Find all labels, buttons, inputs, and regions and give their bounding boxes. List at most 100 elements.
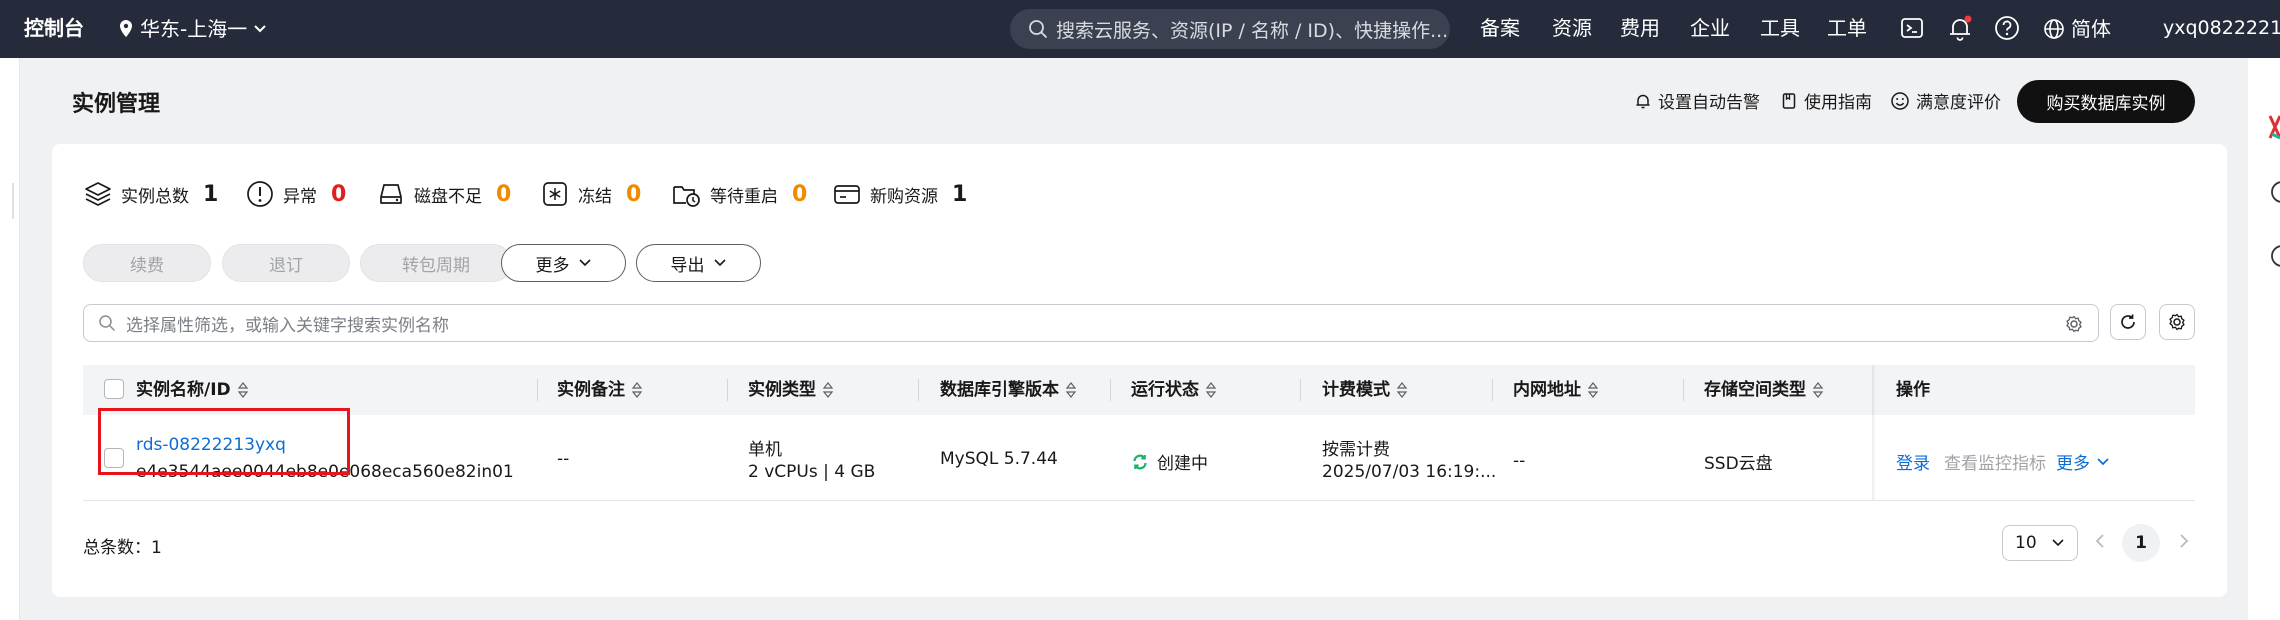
right-floating-toolbar [2248,58,2280,620]
instance-type: 单机 [748,440,782,460]
column-header-storage-type[interactable]: 存储空间类型 [1704,365,1824,415]
nav-enterprise[interactable]: 企业 [1690,0,1730,58]
region-selector[interactable]: 华东-上海一 [118,0,267,58]
cloud-shell-icon[interactable] [1898,14,1926,42]
chevron-down-icon [2051,538,2065,548]
instance-filter-input[interactable]: 选择属性筛选，或输入关键字搜索实例名称 [83,304,2099,342]
restart-pending-icon [670,179,702,209]
renew-button[interactable]: 续费 [83,244,211,282]
layers-icon [83,179,113,209]
current-page[interactable]: 1 [2122,524,2160,562]
column-header-type[interactable]: 实例类型 [748,365,834,415]
right-toolbar-icons-icon[interactable] [2248,58,2280,298]
export-label: 导出 [670,255,705,276]
column-header-billing[interactable]: 计费模式 [1322,365,1408,415]
export-dropdown[interactable]: 导出 [636,244,761,282]
disk-icon [376,179,406,209]
filter-placeholder: 选择属性筛选，或输入关键字搜索实例名称 [126,315,449,336]
row-more-dropdown[interactable]: 更多 [2056,449,2110,474]
billing-mode: 按需计费 [1322,440,1390,460]
column-header-label: 操作 [1896,380,1930,400]
refresh-button[interactable] [2110,304,2146,340]
stat-label: 磁盘不足 [414,186,482,207]
notification-bell-icon[interactable] [1946,14,1974,42]
set-auto-alarm-link[interactable]: 设置自动告警 [1634,88,1760,113]
sort-icon [1205,382,1217,398]
select-all-checkbox[interactable] [104,379,124,399]
column-separator [537,379,538,401]
more-actions-dropdown[interactable]: 更多 [501,244,626,282]
globe-icon [2043,18,2065,40]
column-header-operations: 操作 [1896,365,1930,415]
next-page-button[interactable] [2178,532,2190,550]
satisfaction-survey-link[interactable]: 满意度评价 [1890,88,2001,113]
column-settings-button[interactable] [2159,304,2195,340]
top-navigation-bar: 控制台 华东-上海一 搜索云服务、资源(IP / 名称 / ID)、快捷操作..… [0,0,2280,58]
global-search-input[interactable]: 搜索云服务、资源(IP / 名称 / ID)、快捷操作... [1010,9,1450,49]
wallet-icon [832,179,862,209]
sort-icon [1065,382,1077,398]
stat-value: 0 [496,181,512,207]
sort-icon [822,382,834,398]
gear-icon [2167,312,2187,332]
column-header-label: 数据库引擎版本 [940,380,1059,400]
view-metrics-link[interactable]: 查看监控指标 [1944,449,2046,474]
stat-value: 1 [203,181,219,207]
stat-label: 新购资源 [870,186,938,207]
column-header-label: 计费模式 [1322,380,1390,400]
page-title: 实例管理 [72,92,161,117]
chevron-down-icon [2096,457,2110,467]
freeze-icon [540,179,570,209]
highlight-box [98,408,350,475]
username[interactable]: yxq08222213 [2163,0,2280,58]
sync-status-icon [1131,453,1149,471]
sidebar-active-marker [0,183,14,219]
filter-settings-icon[interactable] [2064,314,2084,334]
stat-label: 冻结 [578,186,612,207]
change-to-yearly-monthly-button[interactable]: 转包周期 [360,244,512,282]
satisfaction-survey-label: 满意度评价 [1916,93,2001,113]
help-icon[interactable] [1993,14,2021,42]
unsubscribe-button[interactable]: 退订 [222,244,350,282]
column-header-label: 实例备注 [557,380,625,400]
stat-new-resources[interactable]: 新购资源 1 [832,177,967,211]
document-icon [1780,92,1798,110]
bell-icon [1634,92,1652,110]
stat-abnormal[interactable]: 异常 0 [245,177,346,211]
billing-created-time: 2025/07/03 16:19:... [1322,462,1497,482]
column-header-label: 运行状态 [1131,380,1199,400]
login-link[interactable]: 登录 [1896,449,1930,474]
prev-page-button[interactable] [2094,532,2106,550]
nav-tickets[interactable]: 工单 [1827,0,1867,58]
nav-tools[interactable]: 工具 [1760,0,1800,58]
column-header-label: 存储空间类型 [1704,380,1806,400]
nav-resources[interactable]: 资源 [1552,0,1592,58]
column-separator [1110,379,1111,401]
column-header-private-ip[interactable]: 内网地址 [1513,365,1599,415]
sort-icon [631,382,643,398]
stat-frozen[interactable]: 冻结 0 [540,177,641,211]
stat-pending-restart[interactable]: 等待重启 0 [670,177,807,211]
nav-beian[interactable]: 备案 [1480,0,1520,58]
engine-version: MySQL 5.7.44 [940,449,1058,469]
nav-billing[interactable]: 费用 [1620,0,1660,58]
page-size-value: 10 [2015,533,2037,553]
buy-db-instance-button[interactable]: 购买数据库实例 [2017,80,2195,123]
user-guide-label: 使用指南 [1804,93,1872,113]
search-placeholder: 搜索云服务、资源(IP / 名称 / ID)、快捷操作... [1056,19,1449,42]
sort-icon [237,382,249,398]
console-brand[interactable]: 控制台 [24,0,84,58]
language-selector[interactable]: 简体 [2043,0,2111,58]
user-guide-link[interactable]: 使用指南 [1780,88,1872,113]
stat-disk-insufficient[interactable]: 磁盘不足 0 [376,177,511,211]
stat-total-instances[interactable]: 实例总数 1 [83,177,218,211]
row-more-label: 更多 [2056,454,2090,474]
stat-value: 0 [331,181,347,207]
search-icon [98,314,116,332]
column-header-engine-version[interactable]: 数据库引擎版本 [940,365,1077,415]
page-size-select[interactable]: 10 [2002,525,2078,561]
column-header-status[interactable]: 运行状态 [1131,365,1217,415]
column-header-remark[interactable]: 实例备注 [557,365,643,415]
set-auto-alarm-label: 设置自动告警 [1658,93,1760,113]
stat-value: 1 [952,181,968,207]
